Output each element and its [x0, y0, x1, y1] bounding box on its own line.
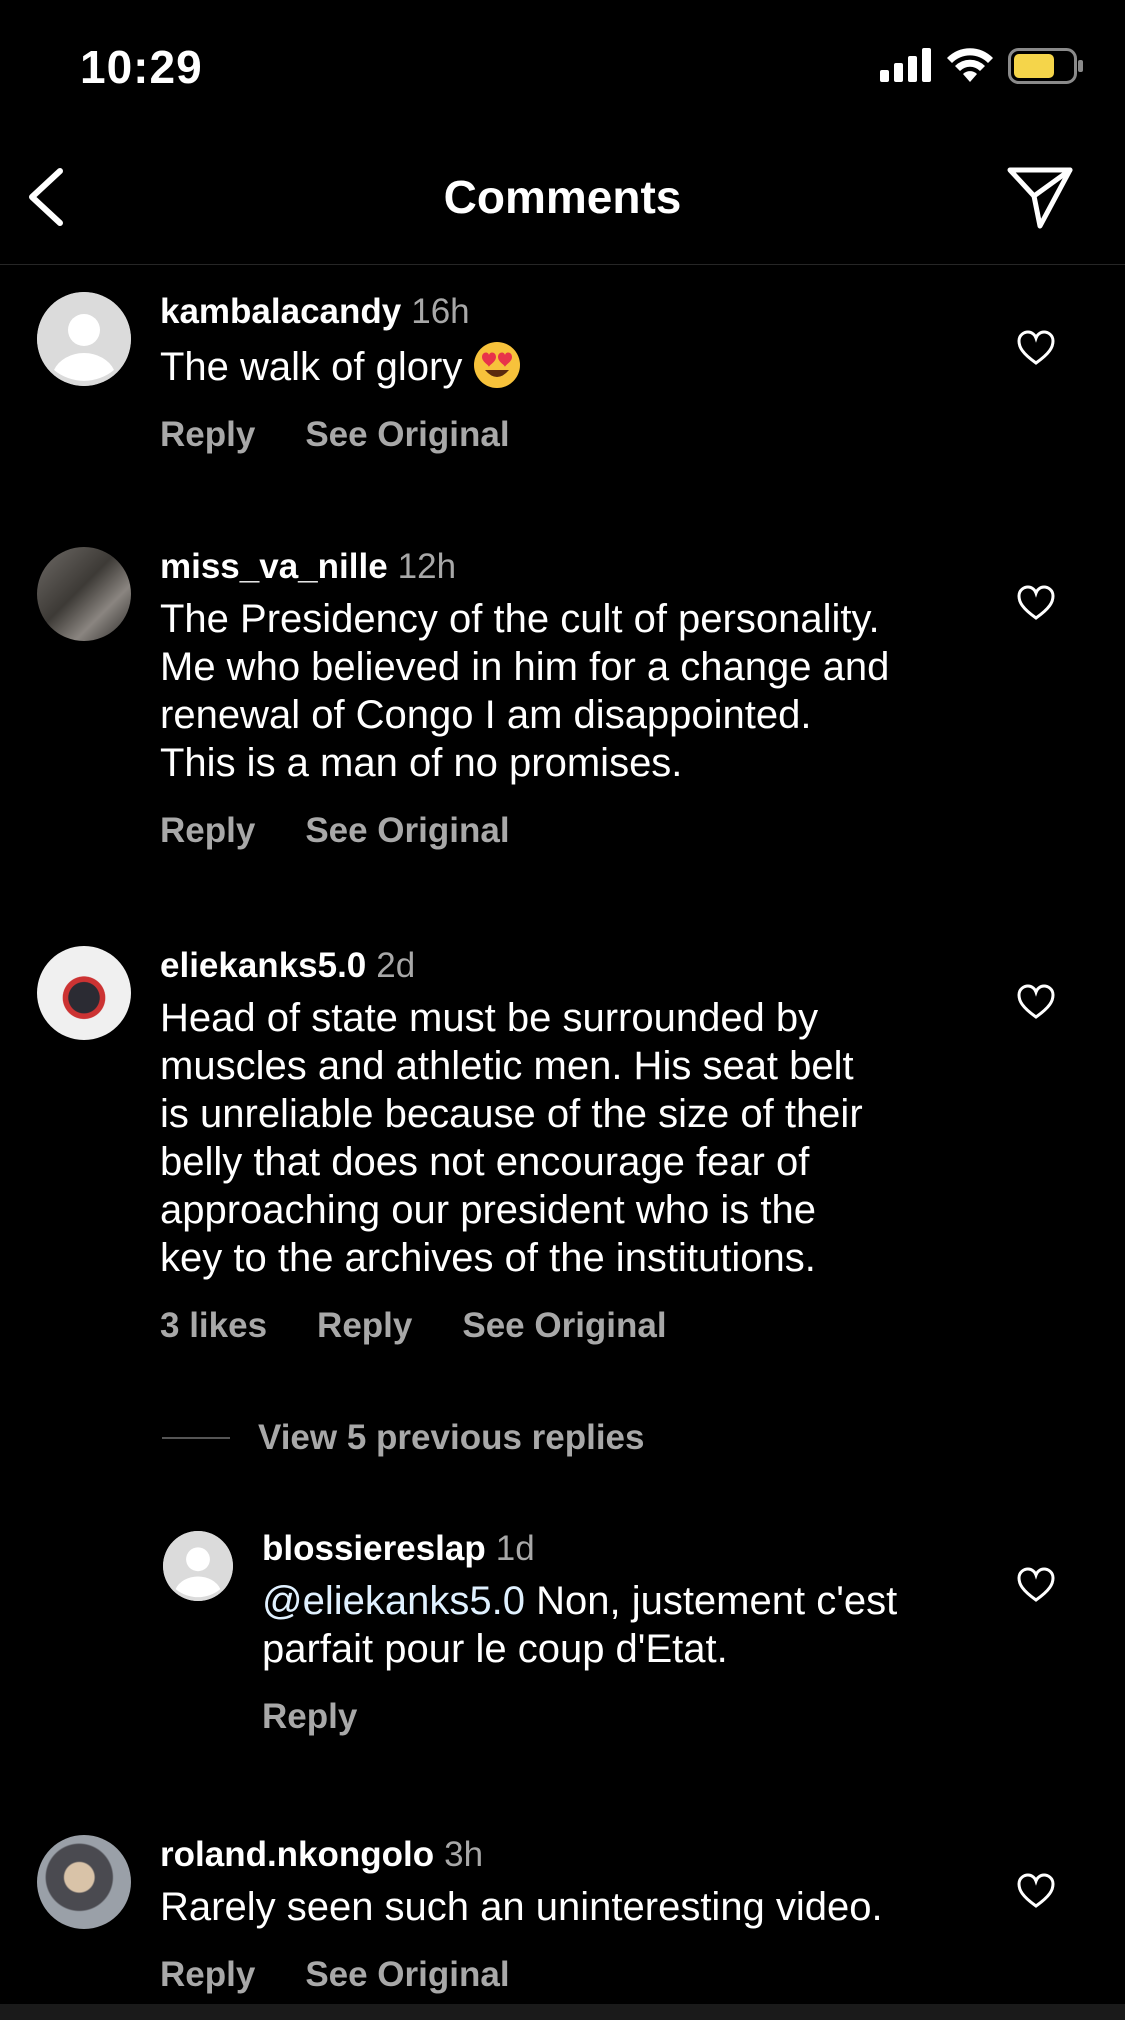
heart-icon[interactable]: [1016, 330, 1056, 366]
comment-timestamp: 12h: [397, 547, 457, 586]
comment-timestamp: 3h: [444, 1835, 484, 1874]
see-original-button[interactable]: See Original: [462, 1306, 666, 1346]
comment-username[interactable]: kambalacandy: [160, 292, 401, 331]
reply-timestamp: 1d: [495, 1529, 535, 1568]
see-original-button[interactable]: See Original: [305, 811, 509, 851]
status-time: 10:29: [80, 41, 203, 93]
comment-username[interactable]: miss_va_nille: [160, 547, 388, 586]
comment-timestamp: 2d: [376, 946, 416, 985]
default-avatar-icon: [163, 1531, 233, 1601]
likes-count[interactable]: 3 likes: [160, 1306, 267, 1346]
heart-eyes-emoji-icon: [474, 342, 521, 388]
avatar[interactable]: [37, 1835, 131, 1929]
page-title: Comments: [443, 171, 682, 223]
heart-icon[interactable]: [1016, 585, 1056, 621]
scroll-edge: [0, 2004, 1125, 2020]
reply-button[interactable]: Reply: [160, 811, 255, 851]
heart-icon[interactable]: [1016, 984, 1056, 1020]
comment-username[interactable]: roland.nkongolo: [160, 1835, 434, 1874]
cellular-signal-icon: [880, 48, 931, 82]
comment-timestamp: 16h: [411, 292, 470, 331]
wifi-icon: [947, 48, 993, 82]
avatar[interactable]: [163, 1531, 233, 1601]
reply-button[interactable]: Reply: [160, 415, 255, 455]
battery-icon: [1008, 48, 1083, 84]
paper-plane-icon[interactable]: [1004, 162, 1076, 234]
reply-text: @eliekanks5.0 Non, justement c'est parfa…: [262, 1579, 898, 1671]
comment-text: Rarely seen such an uninteresting video.: [160, 1885, 883, 1929]
default-avatar-icon: [37, 292, 131, 386]
avatar[interactable]: [37, 292, 131, 386]
heart-icon[interactable]: [1016, 1873, 1056, 1909]
avatar[interactable]: [37, 547, 131, 641]
reply-button[interactable]: Reply: [317, 1306, 412, 1346]
divider: [162, 1437, 230, 1439]
comment-text: The walk of glory: [160, 340, 522, 391]
view-replies-label: View 5 previous replies: [258, 1418, 645, 1457]
avatar[interactable]: [37, 946, 131, 1040]
view-previous-replies-button[interactable]: View 5 previous replies: [162, 1418, 645, 1458]
heart-icon[interactable]: [1016, 1567, 1056, 1603]
see-original-button[interactable]: See Original: [305, 415, 509, 455]
mention-link[interactable]: @eliekanks5.0: [262, 1579, 525, 1623]
status-bar: 10:29: [0, 0, 1125, 130]
comment-text: The Presidency of the cult of personalit…: [160, 597, 890, 785]
reply-button[interactable]: Reply: [160, 1955, 255, 1995]
reply-username[interactable]: blossiereslap: [262, 1529, 486, 1568]
comment-text: Head of state must be surrounded by musc…: [160, 996, 863, 1280]
comment-username[interactable]: eliekanks5.0: [160, 946, 366, 985]
see-original-button[interactable]: See Original: [305, 1955, 509, 1995]
reply-button[interactable]: Reply: [262, 1697, 357, 1737]
comments-header: Comments: [0, 130, 1125, 265]
